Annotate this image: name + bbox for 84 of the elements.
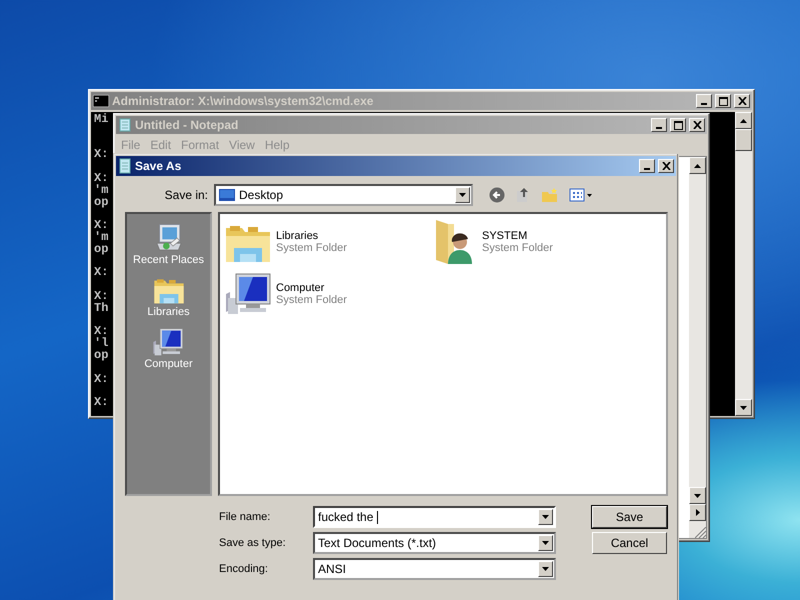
maximize-icon — [674, 120, 682, 130]
console-line: 'l — [94, 338, 108, 350]
computer-icon — [152, 326, 184, 358]
scrollbar-thumb[interactable] — [735, 129, 752, 151]
console-line: Mi — [94, 114, 108, 126]
item-name: Computer — [276, 282, 326, 294]
item-name: Libraries — [276, 230, 320, 242]
places-item[interactable]: Libraries — [145, 270, 192, 320]
console-line: X: — [94, 326, 108, 338]
down-arrow-icon — [740, 406, 747, 410]
console-line: 'm — [94, 232, 108, 244]
back-button[interactable] — [487, 187, 507, 203]
minimize-button[interactable] — [696, 94, 712, 108]
console-line: op — [94, 350, 108, 362]
views-icon — [569, 187, 593, 203]
field-label: Save as type: — [219, 537, 287, 549]
console-icon — [93, 95, 109, 107]
scroll-down-button[interactable] — [735, 399, 752, 416]
item-name: SYSTEM — [482, 230, 528, 242]
console-line: X: — [94, 397, 108, 409]
console-line: X: — [94, 172, 108, 185]
close-button[interactable] — [658, 159, 674, 173]
console-line: op — [94, 196, 108, 208]
window-title: Administrator: X:\windows\system32\cmd.exe — [112, 94, 374, 108]
console-line: op — [94, 244, 108, 256]
text-cursor — [376, 510, 378, 524]
field-label: File name: — [219, 511, 272, 523]
dropdown-arrow-icon — [459, 193, 466, 197]
dropdown-arrow-icon — [542, 541, 549, 545]
cancel-button[interactable]: Cancel — [592, 532, 667, 554]
console-line: X: — [94, 290, 108, 303]
new-folder-icon — [541, 187, 559, 203]
right-arrow-icon — [696, 509, 700, 516]
console-line: 'm — [94, 184, 108, 197]
maximize-button[interactable] — [670, 118, 686, 132]
dropdown-arrow-icon — [542, 515, 549, 519]
close-button[interactable] — [734, 94, 750, 108]
notepad-icon — [118, 118, 132, 132]
minimize-button[interactable] — [651, 118, 667, 132]
scroll-right-button[interactable] — [689, 504, 706, 521]
up-folder-icon — [515, 187, 531, 203]
folder-item[interactable]: Libraries System Folder — [224, 216, 430, 268]
close-button[interactable] — [689, 118, 705, 132]
maximize-icon — [718, 96, 728, 106]
down-arrow-icon — [694, 494, 701, 498]
places-item[interactable]: Computer — [142, 322, 195, 372]
console-line: X: — [94, 267, 108, 280]
dropdown-button[interactable] — [538, 535, 553, 551]
up-arrow-icon — [740, 118, 747, 122]
scroll-down-button[interactable] — [689, 487, 706, 504]
minimize-button[interactable] — [639, 159, 655, 173]
up-arrow-icon — [694, 164, 701, 168]
window-title: Untitled - Notepad — [135, 118, 240, 132]
scroll-up-button[interactable] — [735, 112, 752, 129]
file-name-field[interactable]: fucked the — [313, 506, 556, 528]
console-line: X: — [94, 220, 108, 232]
item-type: System Folder — [276, 294, 347, 306]
console-line: X: — [94, 149, 108, 162]
item-type: System Folder — [482, 242, 553, 254]
dropdown-arrow-icon — [542, 567, 549, 571]
dropdown-button[interactable] — [455, 187, 470, 203]
save-in-label: Save in: — [164, 188, 209, 202]
close-icon — [662, 162, 670, 170]
console-line: Th — [94, 302, 108, 315]
close-icon — [738, 97, 746, 105]
save-in-dropdown[interactable]: Desktop — [214, 184, 473, 206]
dropdown-button[interactable] — [538, 561, 553, 577]
scroll-up-button[interactable] — [689, 157, 706, 174]
desktop-icon — [219, 189, 235, 201]
dropdown-button[interactable] — [538, 509, 553, 525]
item-type: System Folder — [276, 242, 347, 254]
field-label: Encoding: — [219, 563, 269, 575]
views-menu-button[interactable] — [567, 187, 595, 203]
folder-item[interactable]: SYSTEM System Folder — [430, 216, 636, 268]
close-icon — [692, 121, 702, 129]
dropdown-field[interactable]: Text Documents (*.txt) — [313, 532, 556, 554]
folder-item[interactable]: Computer System Folder — [224, 268, 430, 320]
console-line: X: — [94, 374, 108, 386]
window-title: Save As — [135, 159, 182, 173]
notepad-icon — [118, 158, 132, 174]
dropdown-field[interactable]: ANSI — [313, 558, 556, 580]
places-item[interactable]: Recent Places — [131, 218, 206, 268]
maximize-button[interactable] — [715, 94, 731, 108]
save-button[interactable]: Save — [592, 506, 667, 528]
